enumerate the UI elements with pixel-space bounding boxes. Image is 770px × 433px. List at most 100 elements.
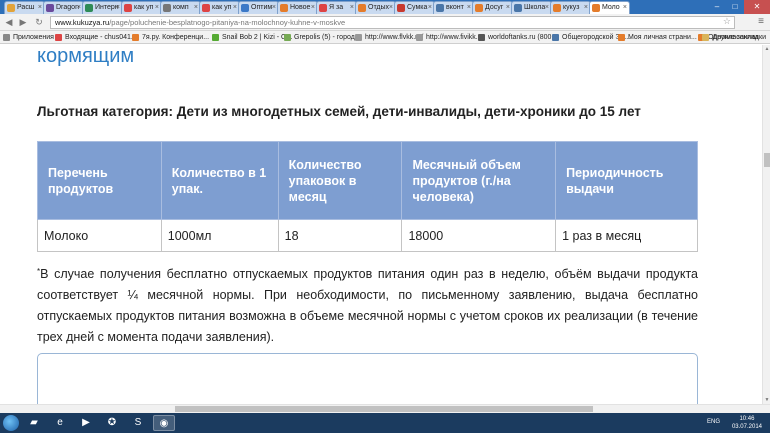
tab-close-icon[interactable]: × bbox=[584, 2, 588, 13]
table-header: Перечень продуктов bbox=[37, 141, 162, 220]
tab-close-icon[interactable]: × bbox=[38, 2, 42, 13]
bookmark-label: http://www.fivikk.ru bbox=[426, 34, 484, 41]
bookmark-favicon-icon bbox=[284, 34, 291, 41]
clock[interactable]: 10:46 03.07.2014 bbox=[732, 415, 762, 431]
bookmark-item[interactable]: http://www.flvkk.ru/ bbox=[355, 33, 423, 42]
tab-close-icon[interactable]: × bbox=[194, 2, 198, 13]
favicon-icon bbox=[280, 4, 288, 12]
tab-label: кукуз bbox=[563, 4, 580, 11]
bookmark-item[interactable]: Grepolis (5) - город ... bbox=[284, 33, 363, 42]
browser-tab[interactable]: Dragon × bbox=[43, 1, 84, 14]
browser-tab[interactable]: Отдых × bbox=[355, 1, 396, 14]
tab-label: как уп bbox=[212, 4, 232, 11]
reload-icon[interactable]: ↻ bbox=[32, 16, 46, 29]
table-header: Месячный объем продуктов (г./на человека… bbox=[401, 141, 557, 220]
favicon-icon bbox=[514, 4, 522, 12]
bookmark-item[interactable]: worldoftanks.ru (800... bbox=[478, 33, 557, 42]
url-path: /page/poluchenie-besplatnogo-pitaniya-na… bbox=[109, 18, 346, 27]
taskbar: ▰ e ▶ ✪ S ◉ ENG 10:46 03.07.2014 bbox=[0, 413, 770, 433]
tab-close-icon[interactable]: × bbox=[233, 2, 237, 13]
language-indicator[interactable]: ENG bbox=[707, 419, 720, 425]
url-domain: www.kukuzya.ru bbox=[55, 18, 110, 27]
browser-tab[interactable]: Досуг × bbox=[472, 1, 513, 14]
skype-icon[interactable]: S bbox=[127, 415, 149, 431]
scroll-up-icon[interactable]: ▲ bbox=[763, 45, 770, 53]
bookmark-favicon-icon bbox=[355, 34, 362, 41]
horizontal-scrollbar[interactable] bbox=[0, 404, 770, 413]
tab-close-icon[interactable]: × bbox=[272, 2, 276, 13]
maximize-icon[interactable]: □ bbox=[726, 0, 744, 14]
bookmark-star-icon[interactable]: ☆ bbox=[723, 16, 731, 27]
tab-close-icon[interactable]: × bbox=[77, 2, 81, 13]
bookmark-label: Приложения bbox=[13, 34, 54, 41]
tab-label: вконт bbox=[446, 4, 464, 11]
browser-tab[interactable]: вконт × bbox=[433, 1, 474, 14]
internet-explorer-icon[interactable]: e bbox=[49, 415, 71, 431]
tanks-game-icon[interactable]: ✪ bbox=[101, 415, 123, 431]
address-bar[interactable]: www.kukuzya.ru/page/poluchenie-besplatno… bbox=[50, 16, 735, 29]
browser-tab[interactable]: комп × bbox=[160, 1, 201, 14]
bookmark-item[interactable]: http://www.fivikk.ru bbox=[416, 33, 484, 42]
table-cell: 1000мл bbox=[160, 219, 279, 252]
tab-close-icon[interactable]: × bbox=[623, 2, 627, 13]
chrome-icon[interactable]: ◉ bbox=[153, 415, 175, 431]
browser-tab[interactable]: Моло × bbox=[589, 1, 630, 14]
bookmark-favicon-icon bbox=[478, 34, 485, 41]
forward-arrow-icon[interactable]: ▶ bbox=[16, 16, 30, 29]
clock-time: 10:46 bbox=[739, 416, 755, 422]
bookmark-label: Входящие - chus041... bbox=[65, 34, 137, 41]
bookmark-other-folder[interactable]: Другие закладки bbox=[702, 33, 766, 42]
browser-tab[interactable]: кукуз × bbox=[550, 1, 591, 14]
table-header: Периодичность выдачи bbox=[555, 141, 698, 220]
tab-close-icon[interactable]: × bbox=[545, 2, 549, 13]
bookmark-item[interactable]: Моя личная страни... bbox=[618, 33, 697, 42]
scrollbar-thumb[interactable] bbox=[175, 406, 593, 412]
table-cell: 18 bbox=[277, 219, 403, 252]
browser-tab[interactable]: Новое × bbox=[277, 1, 318, 14]
minimize-icon[interactable]: – bbox=[708, 0, 726, 14]
table-header: Количество упаковок в месяц bbox=[277, 141, 403, 220]
tab-close-icon[interactable]: × bbox=[428, 2, 432, 13]
hamburger-menu-icon[interactable]: ≡ bbox=[758, 16, 764, 28]
tab-label: Dragon bbox=[56, 4, 79, 11]
browser-tab[interactable]: Расш × bbox=[4, 1, 45, 14]
tab-close-icon[interactable]: × bbox=[116, 2, 120, 13]
media-player-icon[interactable]: ▶ bbox=[75, 415, 97, 431]
browser-tab[interactable]: Я за × bbox=[316, 1, 357, 14]
favicon-icon bbox=[7, 4, 15, 12]
close-window-icon[interactable]: ✕ bbox=[744, 0, 770, 14]
favicon-icon bbox=[592, 4, 600, 12]
browser-tab[interactable]: Интерн × bbox=[82, 1, 123, 14]
bookmark-item[interactable]: Snail Bob 2 | Kizi - О... bbox=[212, 33, 292, 42]
tab-close-icon[interactable]: × bbox=[350, 2, 354, 13]
vertical-scrollbar[interactable]: ▲ ▼ bbox=[762, 45, 770, 404]
browser-tab[interactable]: как уп × bbox=[121, 1, 162, 14]
tab-label: Оптим bbox=[251, 4, 273, 11]
table-header-row: Перечень продуктов Количество в 1 упак. … bbox=[37, 141, 698, 220]
favicon-icon bbox=[163, 4, 171, 12]
browser-tab[interactable]: Сумка × bbox=[394, 1, 435, 14]
products-table: Перечень продуктов Количество в 1 упак. … bbox=[37, 141, 698, 252]
bookmark-item[interactable]: 7я.ру. Конференци... bbox=[132, 33, 209, 42]
bookmark-item[interactable]: Приложения bbox=[3, 33, 54, 42]
tab-close-icon[interactable]: × bbox=[467, 2, 471, 13]
back-arrow-icon[interactable]: ◀ bbox=[2, 16, 16, 29]
tab-close-icon[interactable]: × bbox=[311, 2, 315, 13]
tab-label: Я за bbox=[329, 4, 344, 11]
tab-close-icon[interactable]: × bbox=[155, 2, 159, 13]
tab-close-icon[interactable]: × bbox=[506, 2, 510, 13]
favicon-icon bbox=[241, 4, 249, 12]
window-controls: – □ ✕ bbox=[708, 0, 770, 14]
category-title: Льготная категория: Дети из многодетных … bbox=[37, 104, 641, 119]
start-button[interactable] bbox=[3, 415, 19, 431]
bookmark-item[interactable]: Входящие - chus041... bbox=[55, 33, 137, 42]
browser-tab[interactable]: Школа × bbox=[511, 1, 552, 14]
scrollbar-thumb[interactable] bbox=[764, 153, 770, 167]
tab-close-icon[interactable]: × bbox=[389, 2, 393, 13]
tab-label: Расш bbox=[17, 4, 35, 11]
browser-tab[interactable]: Оптим × bbox=[238, 1, 279, 14]
browser-tab[interactable]: как уп × bbox=[199, 1, 240, 14]
table-cell: Молоко bbox=[37, 219, 162, 252]
folder-icon[interactable]: ▰ bbox=[23, 415, 45, 431]
scroll-down-icon[interactable]: ▼ bbox=[763, 396, 770, 404]
